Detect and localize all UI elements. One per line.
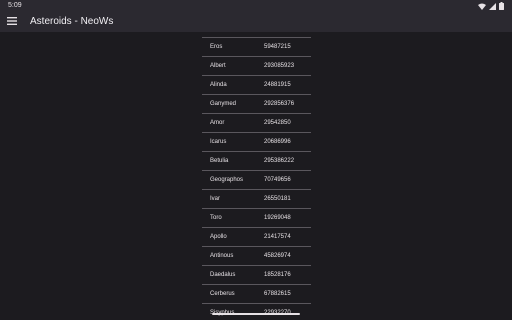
asteroid-name: Toro	[210, 215, 222, 221]
signal-icon	[489, 2, 496, 10]
asteroid-row[interactable]: Daedalus 18528176	[202, 265, 311, 284]
asteroid-name: Sisyphus	[210, 304, 234, 320]
menu-icon[interactable]	[7, 16, 17, 26]
asteroid-row[interactable]: Apollo 21417574	[202, 227, 311, 246]
asteroid-value: 292856376	[264, 101, 295, 107]
asteroid-row[interactable]: Alinda 24881915	[202, 75, 311, 94]
asteroid-row[interactable]: Amor 29542850	[202, 113, 311, 132]
asteroid-list-container[interactable]: Eros 59487215 Albert 293085923 Alinda 2488191…	[0, 32, 512, 320]
home-indicator[interactable]	[212, 313, 300, 315]
asteroid-value: 21417574	[264, 234, 291, 240]
asteroid-row[interactable]: Eros 59487215	[202, 37, 311, 56]
asteroid-value: 45826974	[264, 253, 291, 259]
asteroid-value: 29542850	[264, 120, 291, 126]
asteroid-name: Icarus	[210, 139, 227, 145]
asteroid-name: Betulia	[210, 158, 229, 164]
status-icons	[478, 2, 504, 10]
status-bar: 5:09	[0, 0, 512, 11]
asteroid-row[interactable]: Icarus 20686996	[202, 132, 311, 151]
asteroid-name: Ganymed	[210, 101, 237, 107]
asteroid-row[interactable]: Sisyphus 22932270	[202, 303, 311, 320]
asteroid-value: 70749656	[264, 177, 291, 183]
asteroid-value: 18528176	[264, 272, 291, 278]
asteroid-name: Ivar	[210, 196, 221, 202]
asteroid-name: Daedalus	[210, 272, 236, 278]
asteroid-value: 67882615	[264, 291, 291, 297]
asteroid-name: Alinda	[210, 82, 227, 88]
asteroid-name: Antinous	[210, 253, 234, 259]
asteroid-name: Cerberus	[210, 291, 235, 297]
asteroid-name: Amor	[210, 120, 225, 126]
asteroid-name: Apollo	[210, 234, 227, 240]
asteroid-name: Eros	[210, 44, 223, 50]
asteroid-row[interactable]: Cerberus 67882615	[202, 284, 311, 303]
asteroid-row[interactable]: Betulia 295386222	[202, 151, 311, 170]
asteroid-row[interactable]: Ganymed 292856376	[202, 94, 311, 113]
asteroid-row[interactable]: Ivar 26550181	[202, 189, 311, 208]
asteroid-value: 22932270	[264, 304, 291, 320]
asteroid-value: 20686996	[264, 139, 291, 145]
asteroid-value: 26550181	[264, 196, 291, 202]
app-title: Asteroids - NeoWs	[30, 16, 114, 27]
asteroid-name: Albert	[210, 63, 226, 69]
asteroid-row[interactable]: Albert 293085923	[202, 56, 311, 75]
asteroid-row[interactable]: Toro 19269048	[202, 208, 311, 227]
asteroid-value: 19269048	[264, 215, 291, 221]
asteroid-list[interactable]: Eros 59487215 Albert 293085923 Alinda 2488191…	[202, 37, 311, 320]
asteroid-value: 24881915	[264, 82, 291, 88]
status-time: 5:09	[8, 2, 22, 9]
asteroid-name: Geographos	[210, 177, 244, 183]
asteroid-row[interactable]: Antinous 45826974	[202, 246, 311, 265]
asteroid-value: 293085923	[264, 63, 295, 69]
battery-icon	[499, 2, 504, 10]
asteroid-value: 295386222	[264, 158, 295, 164]
asteroid-value: 59487215	[264, 44, 291, 50]
top-app-bar: Asteroids - NeoWs	[0, 11, 512, 32]
wifi-icon	[478, 3, 486, 10]
asteroid-row[interactable]: Geographos 70749656	[202, 170, 311, 189]
